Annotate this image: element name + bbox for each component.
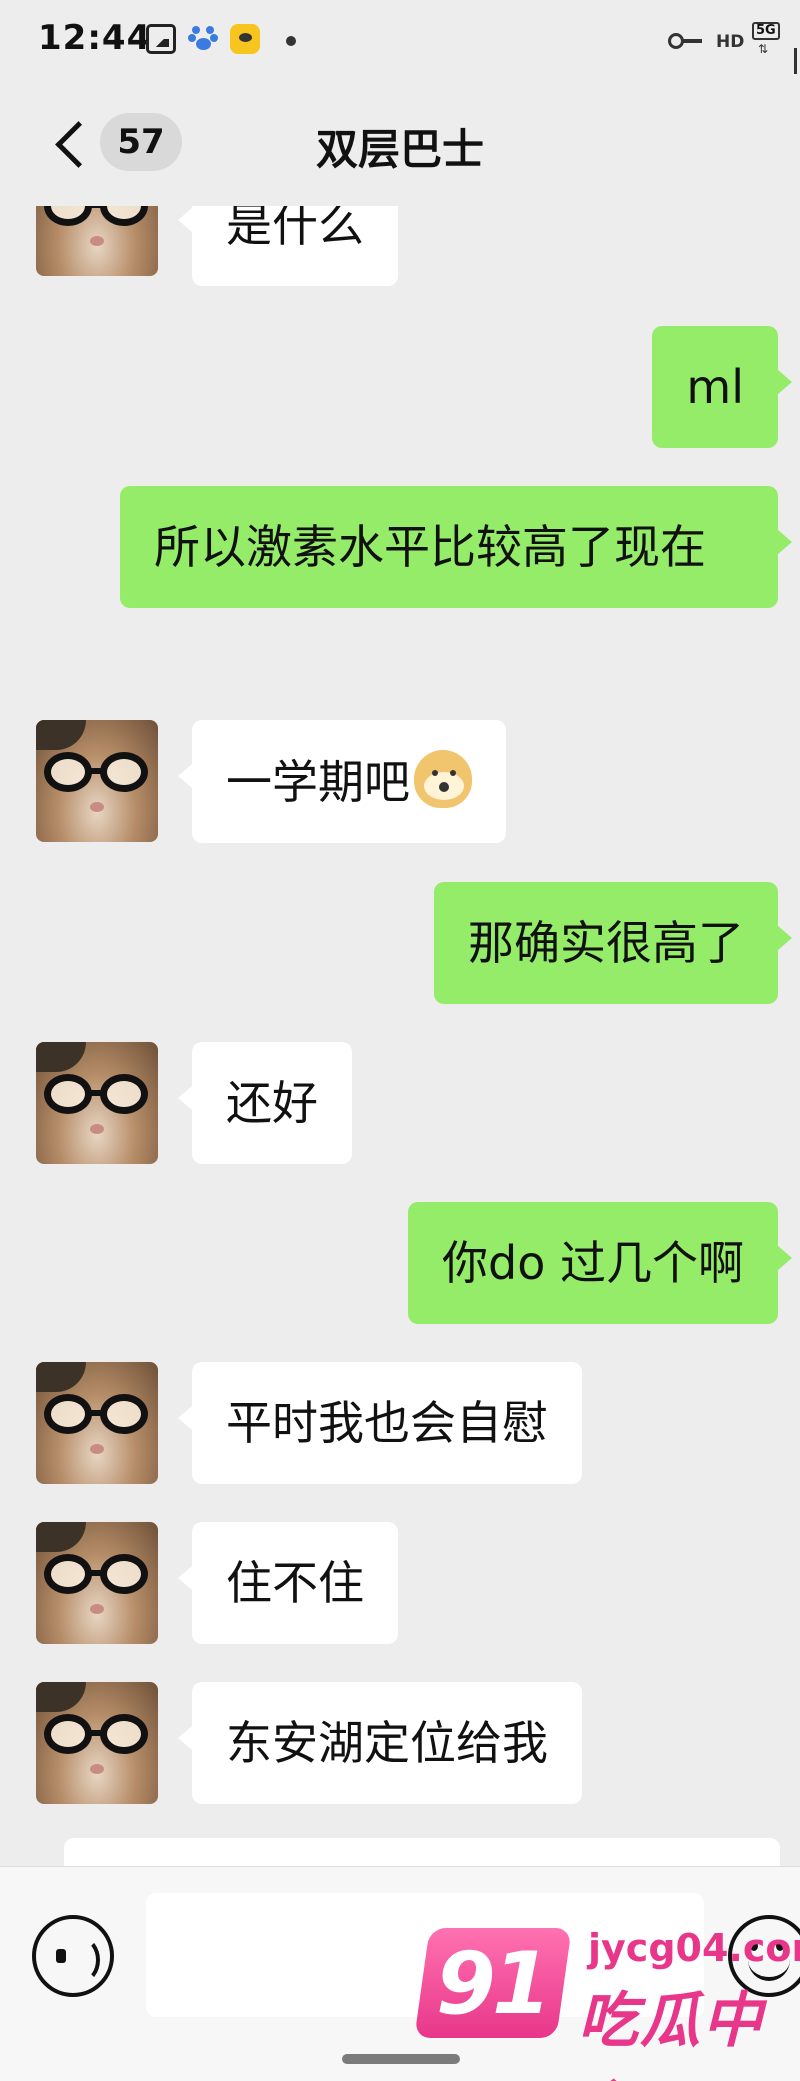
home-indicator[interactable] [342,2054,460,2064]
status-time: 12:44 [38,18,152,58]
incoming-message[interactable]: 一学期吧 [178,720,506,843]
duck-app-icon [230,24,260,54]
watermark-logo-text: 91 [436,1934,552,2034]
incoming-message[interactable]: 是什么 [178,206,398,286]
outgoing-message[interactable]: 那确实很高了 [434,882,792,1004]
gallery-notification-icon [146,24,176,54]
contact-avatar[interactable] [36,720,158,842]
status-bar: 12:44 HD 5G ⇅ [0,0,800,86]
contact-avatar[interactable] [36,1042,158,1164]
contact-avatar[interactable] [36,206,158,276]
watermark-domain: jycg04.com [588,1926,800,1970]
hd-indicator: HD [716,32,745,52]
network-label: 5G [752,22,780,40]
incoming-message[interactable]: 还好 [178,1042,352,1164]
chat-screen: 12:44 HD 5G ⇅ 57 双层巴士 是什么 ml 所以激素水平比较高了现… [0,0,800,2081]
incoming-message[interactable]: 住不住 [178,1522,398,1644]
chat-header: 57 双层巴士 [0,86,800,206]
network-5g-icon: 5G ⇅ [752,22,782,56]
watermark-name: 吃瓜中心 [578,1986,764,2081]
more-notifications-dot-icon [286,36,296,46]
voice-input-icon[interactable] [32,1915,114,1997]
message-list[interactable]: 是什么 ml 所以激素水平比较高了现在 一学期吧 那确实很高了 还好 你do 过… [0,206,800,1866]
partial-message-bubble[interactable] [64,1838,780,1866]
contact-avatar[interactable] [36,1682,158,1804]
outgoing-message[interactable]: ml [652,326,792,448]
chat-title: 双层巴士 [315,125,484,174]
outgoing-message[interactable]: 所以激素水平比较高了现在 [120,486,792,608]
contact-avatar[interactable] [36,1362,158,1484]
outgoing-message[interactable]: 你do 过几个啊 [408,1202,792,1324]
message-text: 一学期吧 [226,755,410,809]
battery-icon [794,48,800,74]
watermark: 91 jycg04.com 吃瓜中心 [414,1924,800,2081]
incoming-message[interactable]: 平时我也会自慰 [178,1362,582,1484]
incoming-message[interactable]: 东安湖定位给我 [178,1682,582,1804]
vpn-key-icon [668,33,702,49]
contact-avatar[interactable] [36,1522,158,1644]
baidu-paw-icon [188,24,218,54]
doge-emoji-icon [414,750,472,808]
